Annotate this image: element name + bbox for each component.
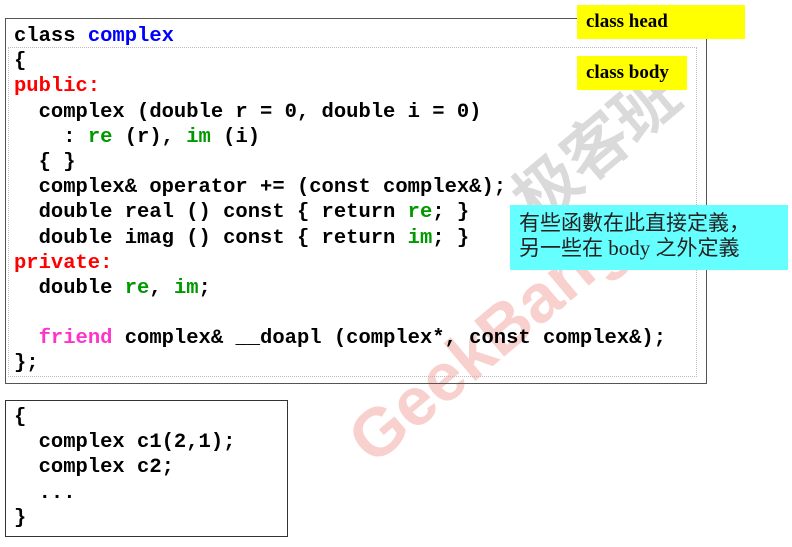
- code-line: { }: [14, 150, 666, 175]
- code-line: [14, 301, 666, 326]
- class-head-label: class head: [577, 5, 745, 39]
- code-text: {: [14, 406, 27, 429]
- code-text: complex c1(2,1);: [14, 431, 236, 455]
- code-line: class complex: [14, 24, 666, 49]
- code-token-member: im: [173, 276, 199, 300]
- code-text: }: [14, 506, 27, 530]
- code-line: {: [14, 405, 235, 430]
- code-line: friend complex& __doapl (complex*, const…: [14, 326, 666, 351]
- code-line: public:: [14, 74, 666, 99]
- code-text: double: [14, 276, 125, 300]
- code-text: complex& operator += (const complex&);: [14, 176, 507, 200]
- code-token-member: im: [407, 226, 433, 250]
- code-text: (i): [210, 125, 261, 149]
- class-code-block: class complex{public: complex (double r …: [14, 24, 666, 377]
- code-text: { }: [14, 150, 76, 174]
- code-text: class: [14, 25, 88, 48]
- code-token-member: im: [186, 125, 211, 149]
- code-text: ,: [149, 276, 174, 300]
- code-token-access: private:: [14, 251, 113, 275]
- code-line: double re, im;: [14, 276, 666, 301]
- code-text: complex c2;: [14, 456, 174, 480]
- code-token-access: public:: [14, 75, 101, 99]
- code-text: double imag () const { return: [14, 226, 408, 250]
- usage-code-block: { complex c1(2,1); complex c2; ...}: [14, 405, 235, 531]
- code-text: };: [14, 352, 39, 376]
- code-line: complex& operator += (const complex&);: [14, 175, 666, 200]
- code-token-member: re: [87, 125, 113, 149]
- code-text: (r),: [112, 125, 187, 149]
- code-text: :: [14, 125, 88, 149]
- code-text: ; }: [432, 201, 470, 225]
- code-line: {: [14, 49, 666, 74]
- code-line: };: [14, 351, 666, 376]
- code-line: complex c2;: [14, 455, 235, 480]
- code-text: complex& __doapl (complex*, const comple…: [112, 327, 667, 351]
- code-token-member: re: [407, 201, 433, 225]
- note-line-1: 有些函數在此直接定義，: [519, 211, 750, 235]
- code-text: ; }: [432, 226, 470, 250]
- code-text: double real () const { return: [14, 201, 408, 225]
- code-text: ;: [198, 276, 211, 300]
- code-text: ...: [14, 481, 76, 505]
- class-body-label: class body: [577, 56, 687, 90]
- code-line: complex (double r = 0, double i = 0): [14, 100, 666, 125]
- code-line: }: [14, 506, 235, 531]
- code-line: complex c1(2,1);: [14, 430, 236, 455]
- annotation-note: 有些函數在此直接定義， 另一些在 body 之外定義: [510, 205, 788, 270]
- code-token-keyword-type: complex: [87, 25, 174, 48]
- code-text: complex (double r = 0, double i = 0): [14, 100, 482, 124]
- code-text: {: [14, 50, 27, 74]
- note-line-2: 另一些在 body 之外定義: [519, 236, 740, 260]
- code-token-member: re: [124, 276, 150, 300]
- code-line: ...: [14, 481, 235, 506]
- code-line: : re (r), im (i): [14, 125, 666, 150]
- code-token-friend: friend: [38, 327, 113, 351]
